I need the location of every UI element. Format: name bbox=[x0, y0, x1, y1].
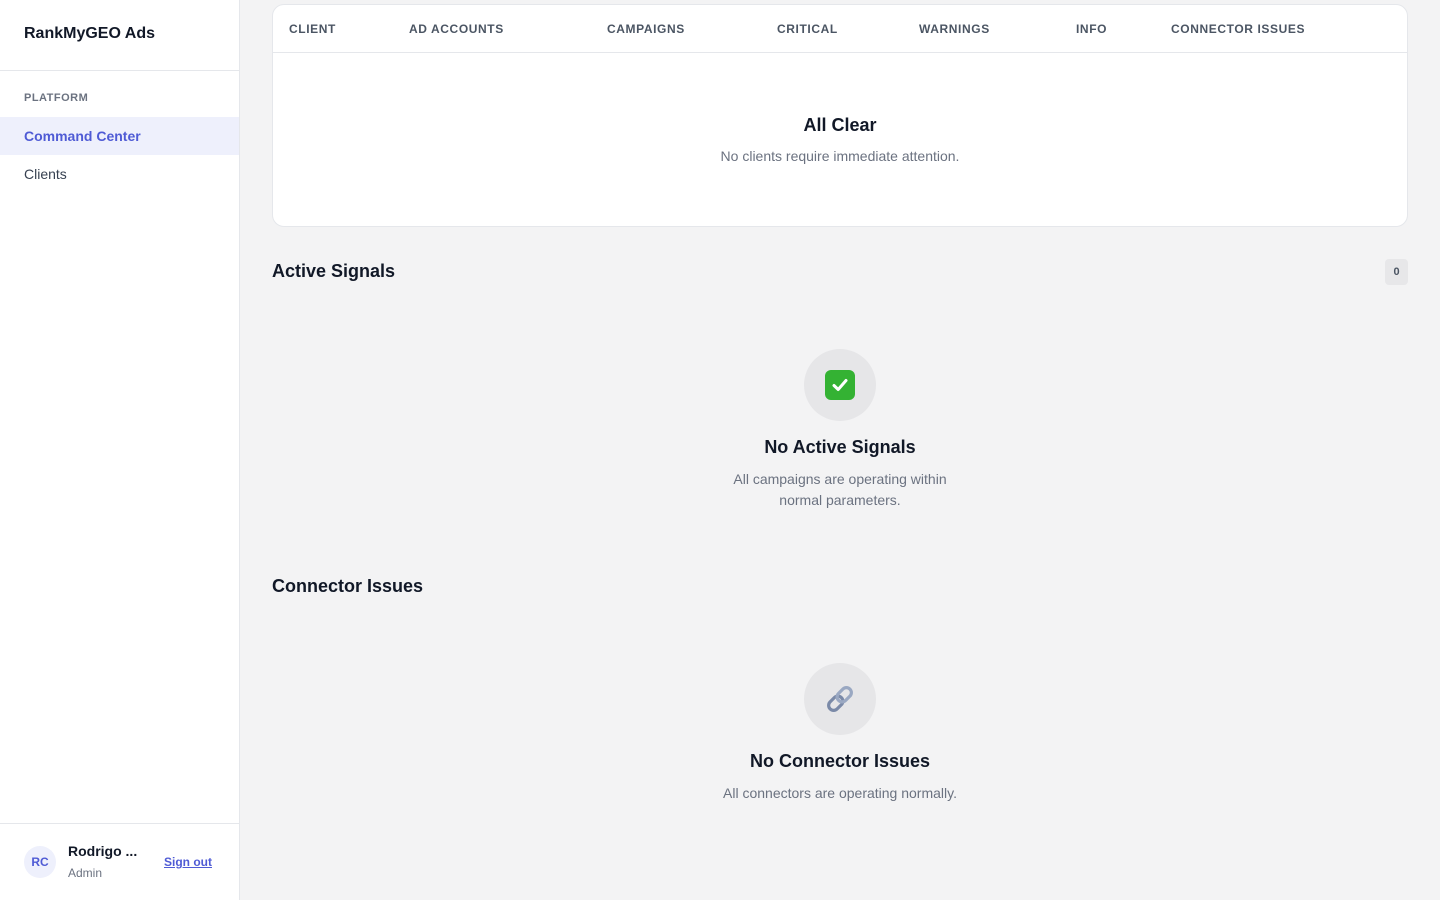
clients-table: CLIENT AD ACCOUNTS CAMPAIGNS CRITICAL WA… bbox=[272, 4, 1408, 227]
nav-section-label: PLATFORM bbox=[24, 92, 89, 104]
active-signals-count-badge: 0 bbox=[1385, 259, 1408, 285]
link-icon bbox=[804, 663, 876, 735]
column-header-client[interactable]: CLIENT bbox=[289, 22, 336, 36]
column-header-warnings[interactable]: WARNINGS bbox=[919, 22, 990, 36]
connector-issues-heading: Connector Issues bbox=[272, 576, 424, 596]
avatar: RC bbox=[24, 846, 56, 878]
column-header-info[interactable]: INFO bbox=[1076, 22, 1107, 36]
column-header-connector-issues[interactable]: CONNECTOR ISSUES bbox=[1171, 22, 1305, 36]
connector-empty-description: All connectors are operating normally. bbox=[723, 785, 957, 801]
sign-out-link[interactable]: Sign out bbox=[164, 855, 212, 869]
user-name: Rodrigo ... bbox=[68, 843, 138, 859]
table-empty-title: All Clear bbox=[803, 115, 877, 135]
signals-empty-description-line2: normal parameters. bbox=[779, 492, 901, 508]
connector-empty-title: No Connector Issues bbox=[749, 751, 931, 771]
check-mark-icon bbox=[804, 349, 876, 421]
user-role: Admin bbox=[68, 866, 103, 880]
column-header-ad-accounts[interactable]: AD ACCOUNTS bbox=[409, 22, 504, 36]
main-content: CLIENT AD ACCOUNTS CAMPAIGNS CRITICAL WA… bbox=[240, 0, 1440, 900]
table-empty-description: No clients require immediate attention. bbox=[720, 148, 960, 164]
signals-empty-description-line1: All campaigns are operating within bbox=[733, 471, 947, 487]
column-header-critical[interactable]: CRITICAL bbox=[777, 22, 838, 36]
signals-empty-title: No Active Signals bbox=[764, 437, 916, 457]
column-header-campaigns[interactable]: CAMPAIGNS bbox=[607, 22, 685, 36]
brand-title[interactable]: RankMyGEO Ads bbox=[0, 0, 239, 71]
active-signals-heading: Active Signals bbox=[272, 261, 396, 281]
user-profile: RC Rodrigo ... Admin Sign out bbox=[0, 823, 239, 900]
sidebar: RankMyGEO Ads PLATFORM Command Center Cl… bbox=[0, 0, 240, 900]
table-header: CLIENT AD ACCOUNTS CAMPAIGNS CRITICAL WA… bbox=[273, 5, 1407, 53]
nav-item-command-center[interactable]: Command Center bbox=[0, 117, 239, 155]
nav-item-clients[interactable]: Clients bbox=[0, 155, 239, 193]
